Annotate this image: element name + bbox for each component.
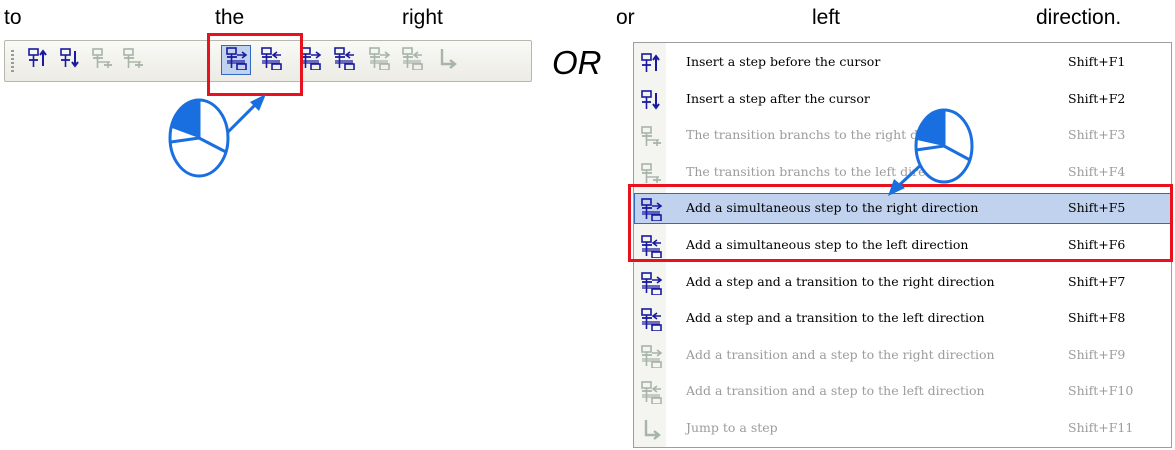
menu-item-step-transition-left[interactable]: Add a step and a transition to the left … xyxy=(634,303,1171,334)
insert-step-before-icon xyxy=(26,46,50,75)
menu-item-insert-step-before[interactable]: Insert a step before the cursor Shift+F1 xyxy=(634,47,1171,78)
menu-item-shortcut: Shift+F11 xyxy=(1068,420,1134,435)
transition-step-left-icon xyxy=(400,46,424,75)
menu-item-transition-step-left[interactable]: Add a transition and a step to the left … xyxy=(634,376,1171,407)
toolbar-button-transition-branch-right[interactable] xyxy=(87,45,117,75)
menu-item-shortcut: Shift+F7 xyxy=(1068,273,1126,289)
transition-step-right-icon xyxy=(639,344,663,369)
toolbar-button-step-transition-left[interactable] xyxy=(329,45,359,75)
menu-item-shortcut: Shift+F4 xyxy=(1068,163,1126,179)
transition-branch-right-icon xyxy=(639,124,663,148)
instruction-caption: to the right or left direction. xyxy=(0,6,1175,36)
transition-step-left-icon xyxy=(639,380,663,406)
caption-word: left xyxy=(812,6,841,29)
menu-item-shortcut: Shift+F1 xyxy=(1068,54,1126,69)
menu-item-label: Insert a step before the cursor xyxy=(686,54,881,69)
step-transition-right-icon xyxy=(639,271,663,296)
step-transition-left-icon xyxy=(332,46,356,75)
mouse-click-pointer xyxy=(888,108,974,196)
caption-word: right xyxy=(402,6,443,29)
toolbar-button-jump-to-step[interactable] xyxy=(432,45,462,75)
menu-item-shortcut: Shift+F9 xyxy=(1068,346,1126,362)
insert-step-before-icon xyxy=(639,51,663,75)
caption-word: direction. xyxy=(1036,6,1122,29)
menu-item-shortcut: Shift+F3 xyxy=(1068,127,1126,143)
menu-item-step-transition-right[interactable]: Add a step and a transition to the right… xyxy=(634,267,1171,298)
menu-item-label: Insert a step after the cursor xyxy=(686,90,870,106)
caption-word: or xyxy=(616,6,635,29)
mouse-click-pointer xyxy=(168,94,266,178)
transition-branch-right-icon xyxy=(90,46,114,75)
transition-branch-left-icon xyxy=(639,161,663,185)
menu-item-label: Add a step and a transition to the right… xyxy=(686,273,995,289)
or-label: OR xyxy=(552,44,602,81)
menu-item-jump-to-step[interactable]: Jump to a step Shift+F11 xyxy=(634,413,1171,444)
menu-item-label: Jump to a step xyxy=(686,420,778,435)
menu-item-label: Add a step and a transition to the left … xyxy=(686,310,985,326)
toolbar-grip[interactable] xyxy=(11,50,14,72)
insert-step-after-icon xyxy=(639,88,663,112)
jump-to-step-icon xyxy=(639,417,663,441)
insert-step-after-icon xyxy=(58,46,82,75)
step-transition-left-icon xyxy=(639,307,663,332)
toolbar-button-transition-branch-left[interactable] xyxy=(118,45,148,75)
toolbar-callout-box xyxy=(207,33,303,96)
transition-step-right-icon xyxy=(367,46,391,75)
caption-word: the xyxy=(215,6,245,29)
menu-item-transition-step-right[interactable]: Add a transition and a step to the right… xyxy=(634,340,1171,371)
caption-word: to xyxy=(4,6,22,29)
menu-item-label: Add a transition and a step to the left … xyxy=(686,383,985,399)
menu-item-shortcut: Shift+F2 xyxy=(1068,90,1126,106)
toolbar-button-transition-step-left[interactable] xyxy=(397,45,427,75)
menu-item-label: Add a transition and a step to the right… xyxy=(686,346,995,362)
toolbar-button-insert-step-before[interactable] xyxy=(23,45,53,75)
toolbar-button-transition-step-right[interactable] xyxy=(364,45,394,75)
toolbar-button-insert-step-after[interactable] xyxy=(55,45,85,75)
jump-to-step-icon xyxy=(435,46,459,75)
menu-item-shortcut: Shift+F8 xyxy=(1068,310,1126,326)
menu-item-shortcut: Shift+F10 xyxy=(1068,383,1134,399)
transition-branch-left-icon xyxy=(121,46,145,75)
